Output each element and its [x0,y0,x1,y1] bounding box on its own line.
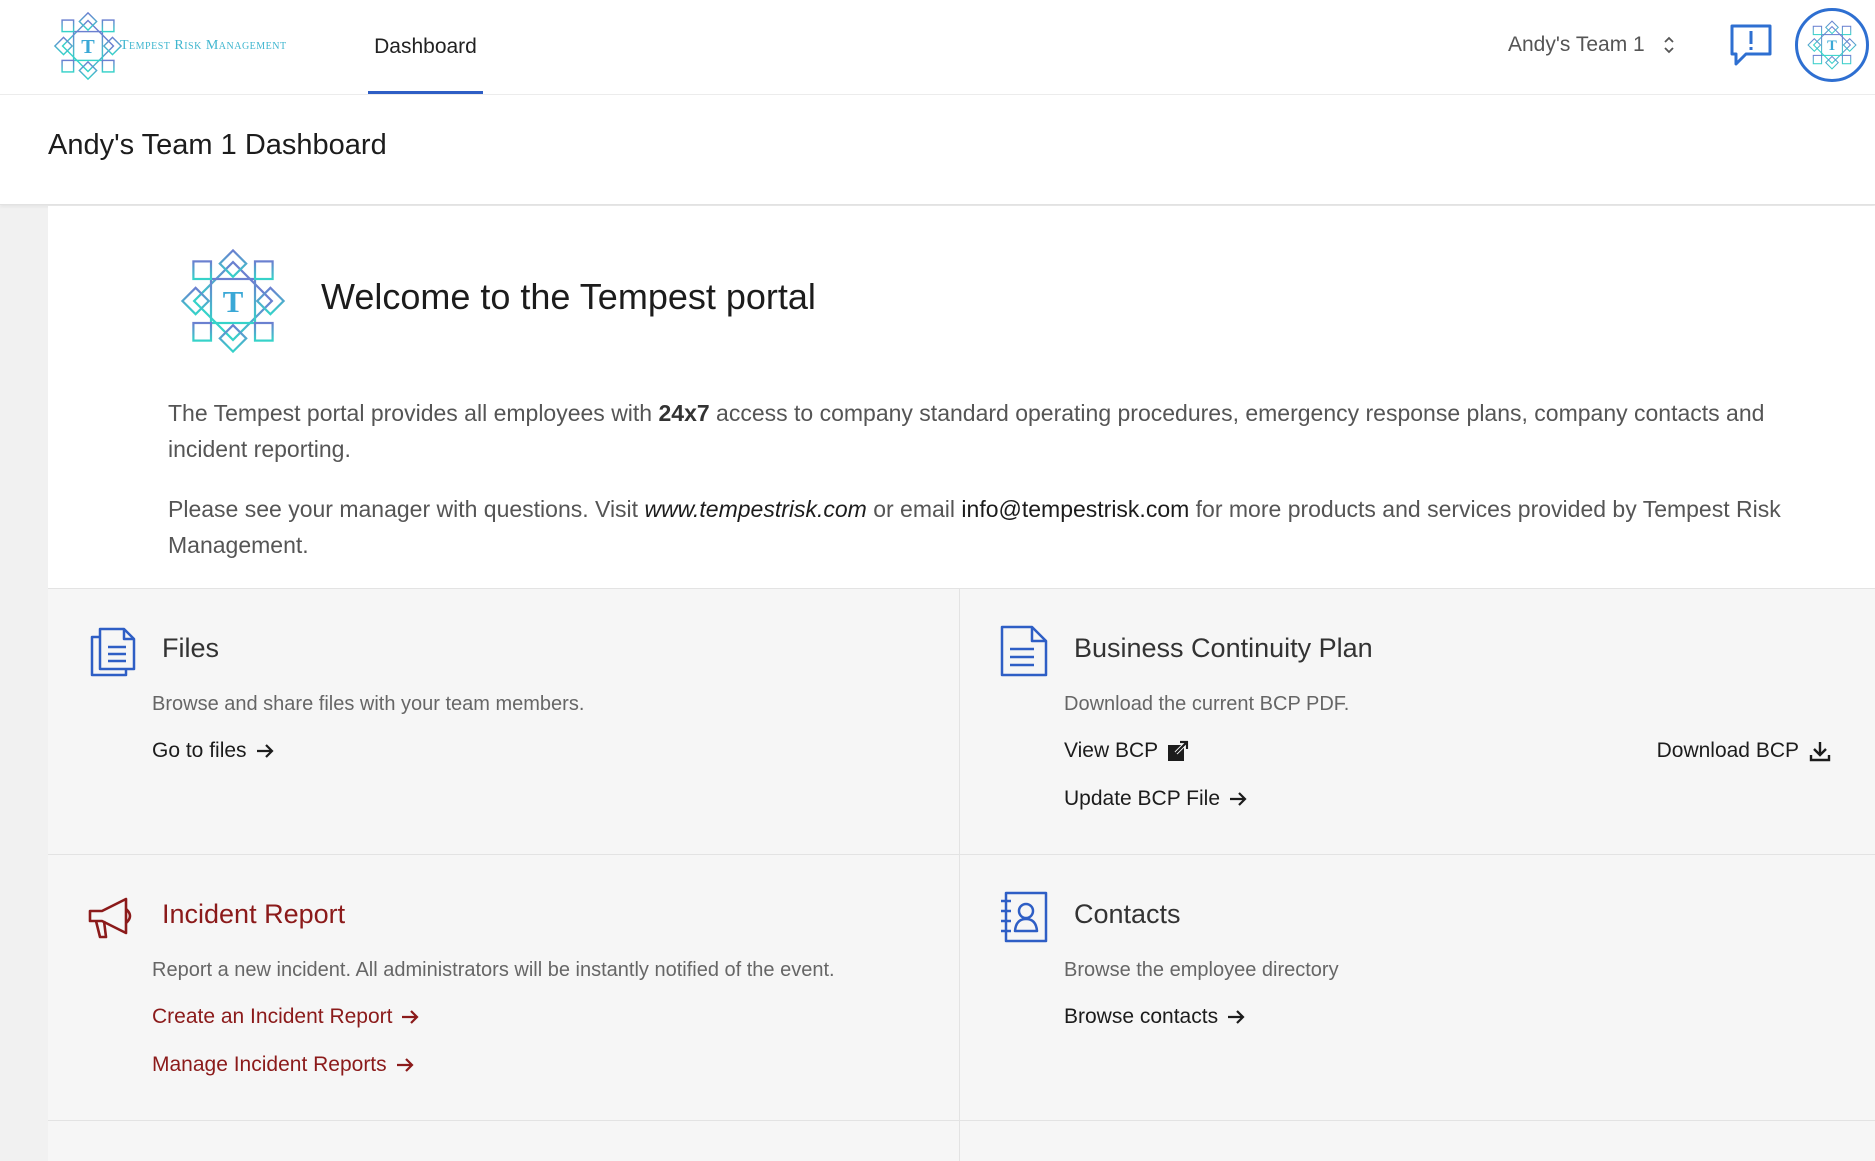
arrow-right-icon [1226,1007,1246,1027]
arrow-right-icon [1228,789,1248,809]
tab-dashboard[interactable]: Dashboard [368,0,483,94]
megaphone-icon [88,897,132,939]
incident-report-description: Report a new incident. All administrator… [152,959,835,981]
manage-incident-reports-label: Manage Incident Reports [152,1053,387,1076]
contacts-tile: Contacts Browse the employee directory B… [960,855,1875,1121]
document-icon [1000,625,1048,677]
welcome-card: Welcome to the Tempest portal The Tempes… [48,206,1875,1161]
create-incident-report-link[interactable]: Create an Incident Report [152,1005,420,1029]
user-avatar[interactable] [1795,8,1869,82]
notifications-button[interactable] [1728,22,1774,68]
files-tile: Files Browse and share files with your t… [48,589,960,855]
chevron-updown-icon [1663,35,1675,55]
view-bcp-link[interactable]: View BCP [1064,739,1190,763]
arrow-right-icon [255,741,275,761]
team-switcher[interactable]: Andy's Team 1 [1508,22,1675,68]
bcp-tile: Business Continuity Plan Download the cu… [960,589,1875,855]
download-bcp-label: Download BCP [1656,739,1799,762]
browse-contacts-label: Browse contacts [1064,1005,1219,1028]
go-to-files-label: Go to files [152,739,247,762]
intro-bold-text: 24x7 [658,400,710,426]
tempest-logo-icon [52,10,124,82]
intro-text: or email [866,496,962,522]
view-bcp-label: View BCP [1064,739,1159,762]
intro-text: The Tempest portal provides all employee… [168,400,659,426]
go-to-files-link[interactable]: Go to files [152,739,275,763]
contacts-title: Contacts [1074,899,1181,929]
tile-placeholder [48,1121,960,1161]
incident-report-tile: Incident Report Report a new incident. A… [48,855,960,1121]
create-incident-report-label: Create an Incident Report [152,1005,393,1028]
download-icon [1809,740,1831,762]
download-bcp-link[interactable]: Download BCP [1657,739,1831,763]
files-title: Files [162,633,220,663]
team-switcher-label: Andy's Team 1 [1508,33,1645,56]
intro-paragraph-2: Please see your manager with questions. … [168,491,1788,563]
brand-name: Tempest Risk Management [120,38,287,53]
speech-bubble-alert-icon [1730,24,1772,66]
update-bcp-label: Update BCP File [1064,787,1221,810]
arrow-right-icon [395,1055,415,1075]
incident-report-title: Incident Report [162,899,346,929]
page-title: Andy's Team 1 Dashboard [48,129,387,161]
manage-incident-reports-link[interactable]: Manage Incident Reports [152,1053,415,1077]
arrow-right-icon [400,1007,420,1027]
browse-contacts-link[interactable]: Browse contacts [1064,1005,1246,1029]
tempest-logo-icon [178,246,288,356]
intro-text: Please see your manager with questions. … [168,496,645,522]
tab-dashboard-label: Dashboard [374,35,477,58]
tile-placeholder [960,1121,1875,1161]
page-header: Andy's Team 1 Dashboard [0,95,1875,205]
intro-paragraph-1: The Tempest portal provides all employee… [168,395,1788,467]
address-book-icon [1001,891,1048,943]
tempest-logo-icon [1806,19,1858,71]
website-link[interactable]: www.tempestrisk.com [644,496,866,522]
external-link-icon [1166,739,1190,763]
bcp-description: Download the current BCP PDF. [1064,693,1350,715]
brand-logo[interactable]: Tempest Risk Management [52,10,312,82]
top-navigation-bar: Tempest Risk Management Dashboard Andy's… [0,0,1875,95]
bcp-title: Business Continuity Plan [1074,633,1373,663]
update-bcp-link[interactable]: Update BCP File [1064,787,1248,811]
document-stack-icon [90,627,136,677]
files-description: Browse and share files with your team me… [152,693,585,715]
email-link[interactable]: info@tempestrisk.com [961,496,1189,522]
feature-tiles-grid: Files Browse and share files with your t… [48,588,1875,1161]
welcome-title: Welcome to the Tempest portal [321,276,816,317]
contacts-description: Browse the employee directory [1064,959,1339,981]
